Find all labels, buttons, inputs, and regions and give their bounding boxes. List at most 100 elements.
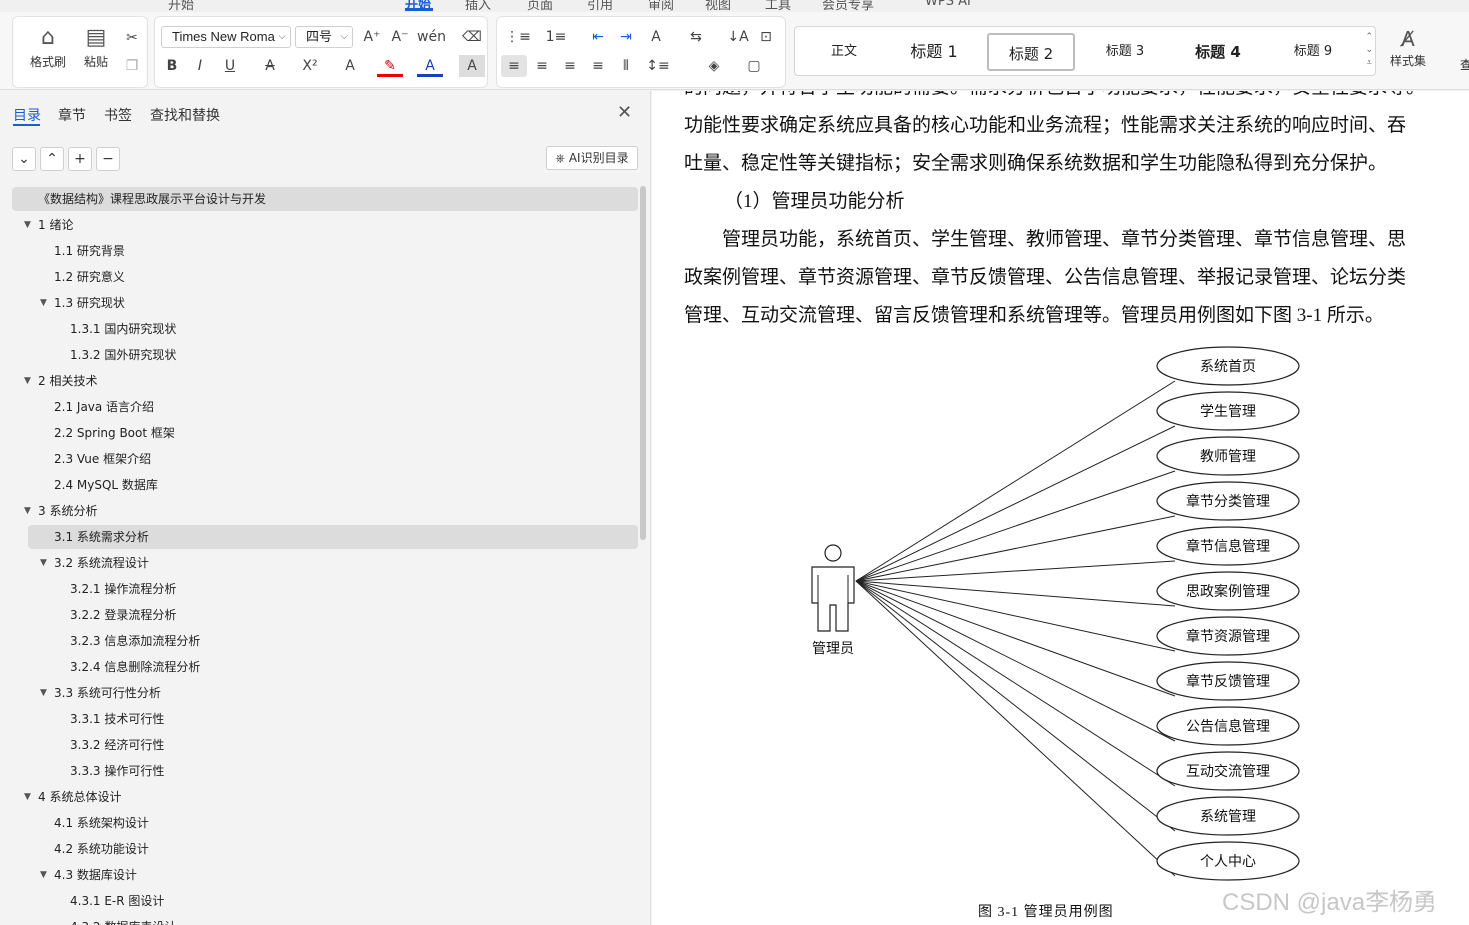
menu-item[interactable]: 插入 — [465, 0, 491, 12]
distributed-icon[interactable]: ⫴ — [613, 55, 639, 77]
menu-item[interactable]: 工具 — [765, 0, 791, 12]
bold-icon[interactable]: B — [159, 55, 185, 77]
shrink-font-icon[interactable]: A⁻ — [387, 26, 413, 48]
style-scroll-arrows[interactable]: ⌃ ⌄ ⩡ — [1365, 31, 1373, 70]
border-icon[interactable]: ▢ — [741, 55, 767, 77]
copy-icon[interactable]: ❐ — [119, 55, 145, 77]
toc-item[interactable]: 3.2.2 登录流程分析 — [12, 603, 638, 627]
underline-icon[interactable]: U — [217, 55, 243, 77]
toc-item[interactable]: 4.1 系统架构设计 — [12, 811, 638, 835]
menu-item[interactable]: 开始 — [168, 0, 194, 12]
phonetic-icon[interactable]: wén — [417, 26, 446, 48]
toc-item[interactable]: 3.2.3 信息添加流程分析 — [12, 629, 638, 653]
collapse-up-icon[interactable]: ⌃ — [40, 147, 64, 171]
scrollbar[interactable] — [640, 186, 646, 540]
font-color-icon[interactable]: A — [417, 55, 443, 77]
italic-icon[interactable]: I — [187, 55, 213, 77]
toc-item[interactable]: 1.2 研究意义 — [12, 265, 638, 289]
toc-item[interactable]: 3.1 系统需求分析 — [28, 525, 638, 549]
style-heading-9[interactable]: 标题 9 — [1283, 33, 1343, 71]
tab-sections[interactable]: 章节 — [58, 105, 86, 125]
toc-item[interactable]: 2.4 MySQL 数据库 — [12, 473, 638, 497]
paste-button[interactable]: ▤ 粘贴 — [75, 23, 117, 70]
chinese-layout-icon[interactable]: A — [643, 26, 669, 48]
toc-item[interactable]: ▼ 3.3 系统可行性分析 — [12, 681, 638, 705]
expand-triangle-icon[interactable]: ▼ — [40, 551, 47, 575]
menu-item[interactable]: 审阅 — [648, 0, 674, 12]
align-right-icon[interactable]: ≡ — [557, 55, 583, 77]
superscript-icon[interactable]: X² — [297, 55, 323, 77]
close-icon[interactable]: ✕ — [617, 102, 632, 123]
format-painter-button[interactable]: ⌂ 格式刷 — [23, 23, 73, 70]
styles-set-button[interactable]: A̸ 样式集 — [1384, 26, 1432, 69]
toc-item[interactable]: 3.3.1 技术可行性 — [12, 707, 638, 731]
toc-item[interactable]: 2.1 Java 语言介绍 — [12, 395, 638, 419]
toc-item[interactable]: 2.2 Spring Boot 框架 — [12, 421, 638, 445]
increase-indent-icon[interactable]: ⇥ — [613, 26, 639, 48]
toc-item[interactable]: ▼ 1 绪论 — [12, 213, 638, 237]
toc-item[interactable]: ▼ 3 系统分析 — [12, 499, 638, 523]
toc-item[interactable]: 3.2.4 信息删除流程分析 — [12, 655, 638, 679]
menu-item[interactable]: 引用 — [587, 0, 613, 12]
shading-icon[interactable]: ◈ — [701, 55, 727, 77]
text-effect-icon[interactable]: A — [337, 55, 363, 77]
toc-item[interactable]: 1.3.1 国内研究现状 — [12, 317, 638, 341]
style-normal[interactable]: 正文 — [821, 33, 867, 71]
toc-item[interactable]: 4.2 系统功能设计 — [12, 837, 638, 861]
add-icon[interactable]: + — [68, 147, 92, 171]
expand-triangle-icon[interactable]: ▼ — [24, 785, 31, 809]
toc-item[interactable]: 1.3.2 国外研究现状 — [12, 343, 638, 367]
toc-item[interactable]: 4.3.1 E-R 图设计 — [12, 889, 638, 913]
toc-item[interactable]: 1.1 研究背景 — [12, 239, 638, 263]
ai-recognize-toc-button[interactable]: ⎈ AI识别目录 — [546, 146, 638, 170]
cut-icon[interactable]: ✂ — [119, 27, 145, 49]
strikethrough-icon[interactable]: A — [257, 55, 283, 77]
toc-item[interactable]: ▼ 4 系统总体设计 — [12, 785, 638, 809]
highlight-icon[interactable]: ✎ — [377, 55, 403, 77]
toc-item[interactable]: 2.3 Vue 框架介绍 — [12, 447, 638, 471]
decrease-indent-icon[interactable]: ⇤ — [585, 26, 611, 48]
sort-icon[interactable]: ↓A — [725, 26, 751, 48]
text-direction-icon[interactable]: ⇆ — [683, 26, 709, 48]
toc-item[interactable]: ▼ 2 相关技术 — [12, 369, 638, 393]
style-heading-4[interactable]: 标题 4 — [1185, 33, 1251, 71]
tab-bookmarks[interactable]: 书签 — [104, 105, 132, 125]
align-center-icon[interactable]: ≡ — [529, 55, 555, 77]
remove-icon[interactable]: − — [96, 147, 120, 171]
toc-item[interactable]: 4.3.2 数据库表设计 — [12, 915, 638, 925]
menu-item[interactable]: 页面 — [527, 0, 553, 12]
expand-triangle-icon[interactable]: ▼ — [24, 369, 31, 393]
show-marks-icon[interactable]: ⊡ — [753, 26, 779, 48]
clear-format-icon[interactable]: ⌫ — [459, 26, 485, 48]
style-heading-1[interactable]: 标题 1 — [899, 33, 969, 71]
bullet-list-icon[interactable]: ⋮≡ — [505, 26, 531, 48]
char-shading-icon[interactable]: A — [459, 55, 485, 77]
menu-item[interactable]: 会员专享 — [822, 0, 874, 12]
tab-find-replace[interactable]: 查找和替换 — [150, 105, 220, 125]
toc-item[interactable]: 《数据结构》课程思政展示平台设计与开发 — [12, 187, 638, 211]
tab-toc[interactable]: 目录 — [13, 105, 41, 125]
menu-item[interactable]: WPS AI — [925, 0, 971, 9]
style-heading-2[interactable]: 标题 2 — [987, 33, 1075, 71]
toc-item[interactable]: ▼ 3.2 系统流程设计 — [12, 551, 638, 575]
align-left-icon[interactable]: ≡ — [501, 55, 527, 77]
expand-triangle-icon[interactable]: ▼ — [40, 863, 47, 887]
toc-item[interactable]: 3.3.3 操作可行性 — [12, 759, 638, 783]
menu-item[interactable]: 视图 — [705, 0, 731, 12]
numbered-list-icon[interactable]: 1≡ — [543, 26, 569, 48]
expand-down-icon[interactable]: ⌄ — [12, 147, 36, 171]
style-heading-3[interactable]: 标题 3 — [1095, 33, 1155, 71]
font-name-select[interactable]: Times New Roma ⌵ — [161, 26, 291, 48]
toc-item[interactable]: ▼ 1.3 研究现状 — [12, 291, 638, 315]
toc-item[interactable]: ▼ 4.3 数据库设计 — [12, 863, 638, 887]
expand-triangle-icon[interactable]: ▼ — [40, 291, 47, 315]
expand-triangle-icon[interactable]: ▼ — [24, 499, 31, 523]
line-spacing-icon[interactable]: ↕≡ — [645, 55, 671, 77]
justify-icon[interactable]: ≡ — [585, 55, 611, 77]
toc-item[interactable]: 3.3.2 经济可行性 — [12, 733, 638, 757]
font-size-select[interactable]: 四号 ⌵ — [295, 26, 353, 48]
expand-triangle-icon[interactable]: ▼ — [24, 213, 31, 237]
find-label-cut[interactable]: 查 — [1460, 56, 1469, 73]
toc-item[interactable]: 3.2.1 操作流程分析 — [12, 577, 638, 601]
expand-triangle-icon[interactable]: ▼ — [40, 681, 47, 705]
